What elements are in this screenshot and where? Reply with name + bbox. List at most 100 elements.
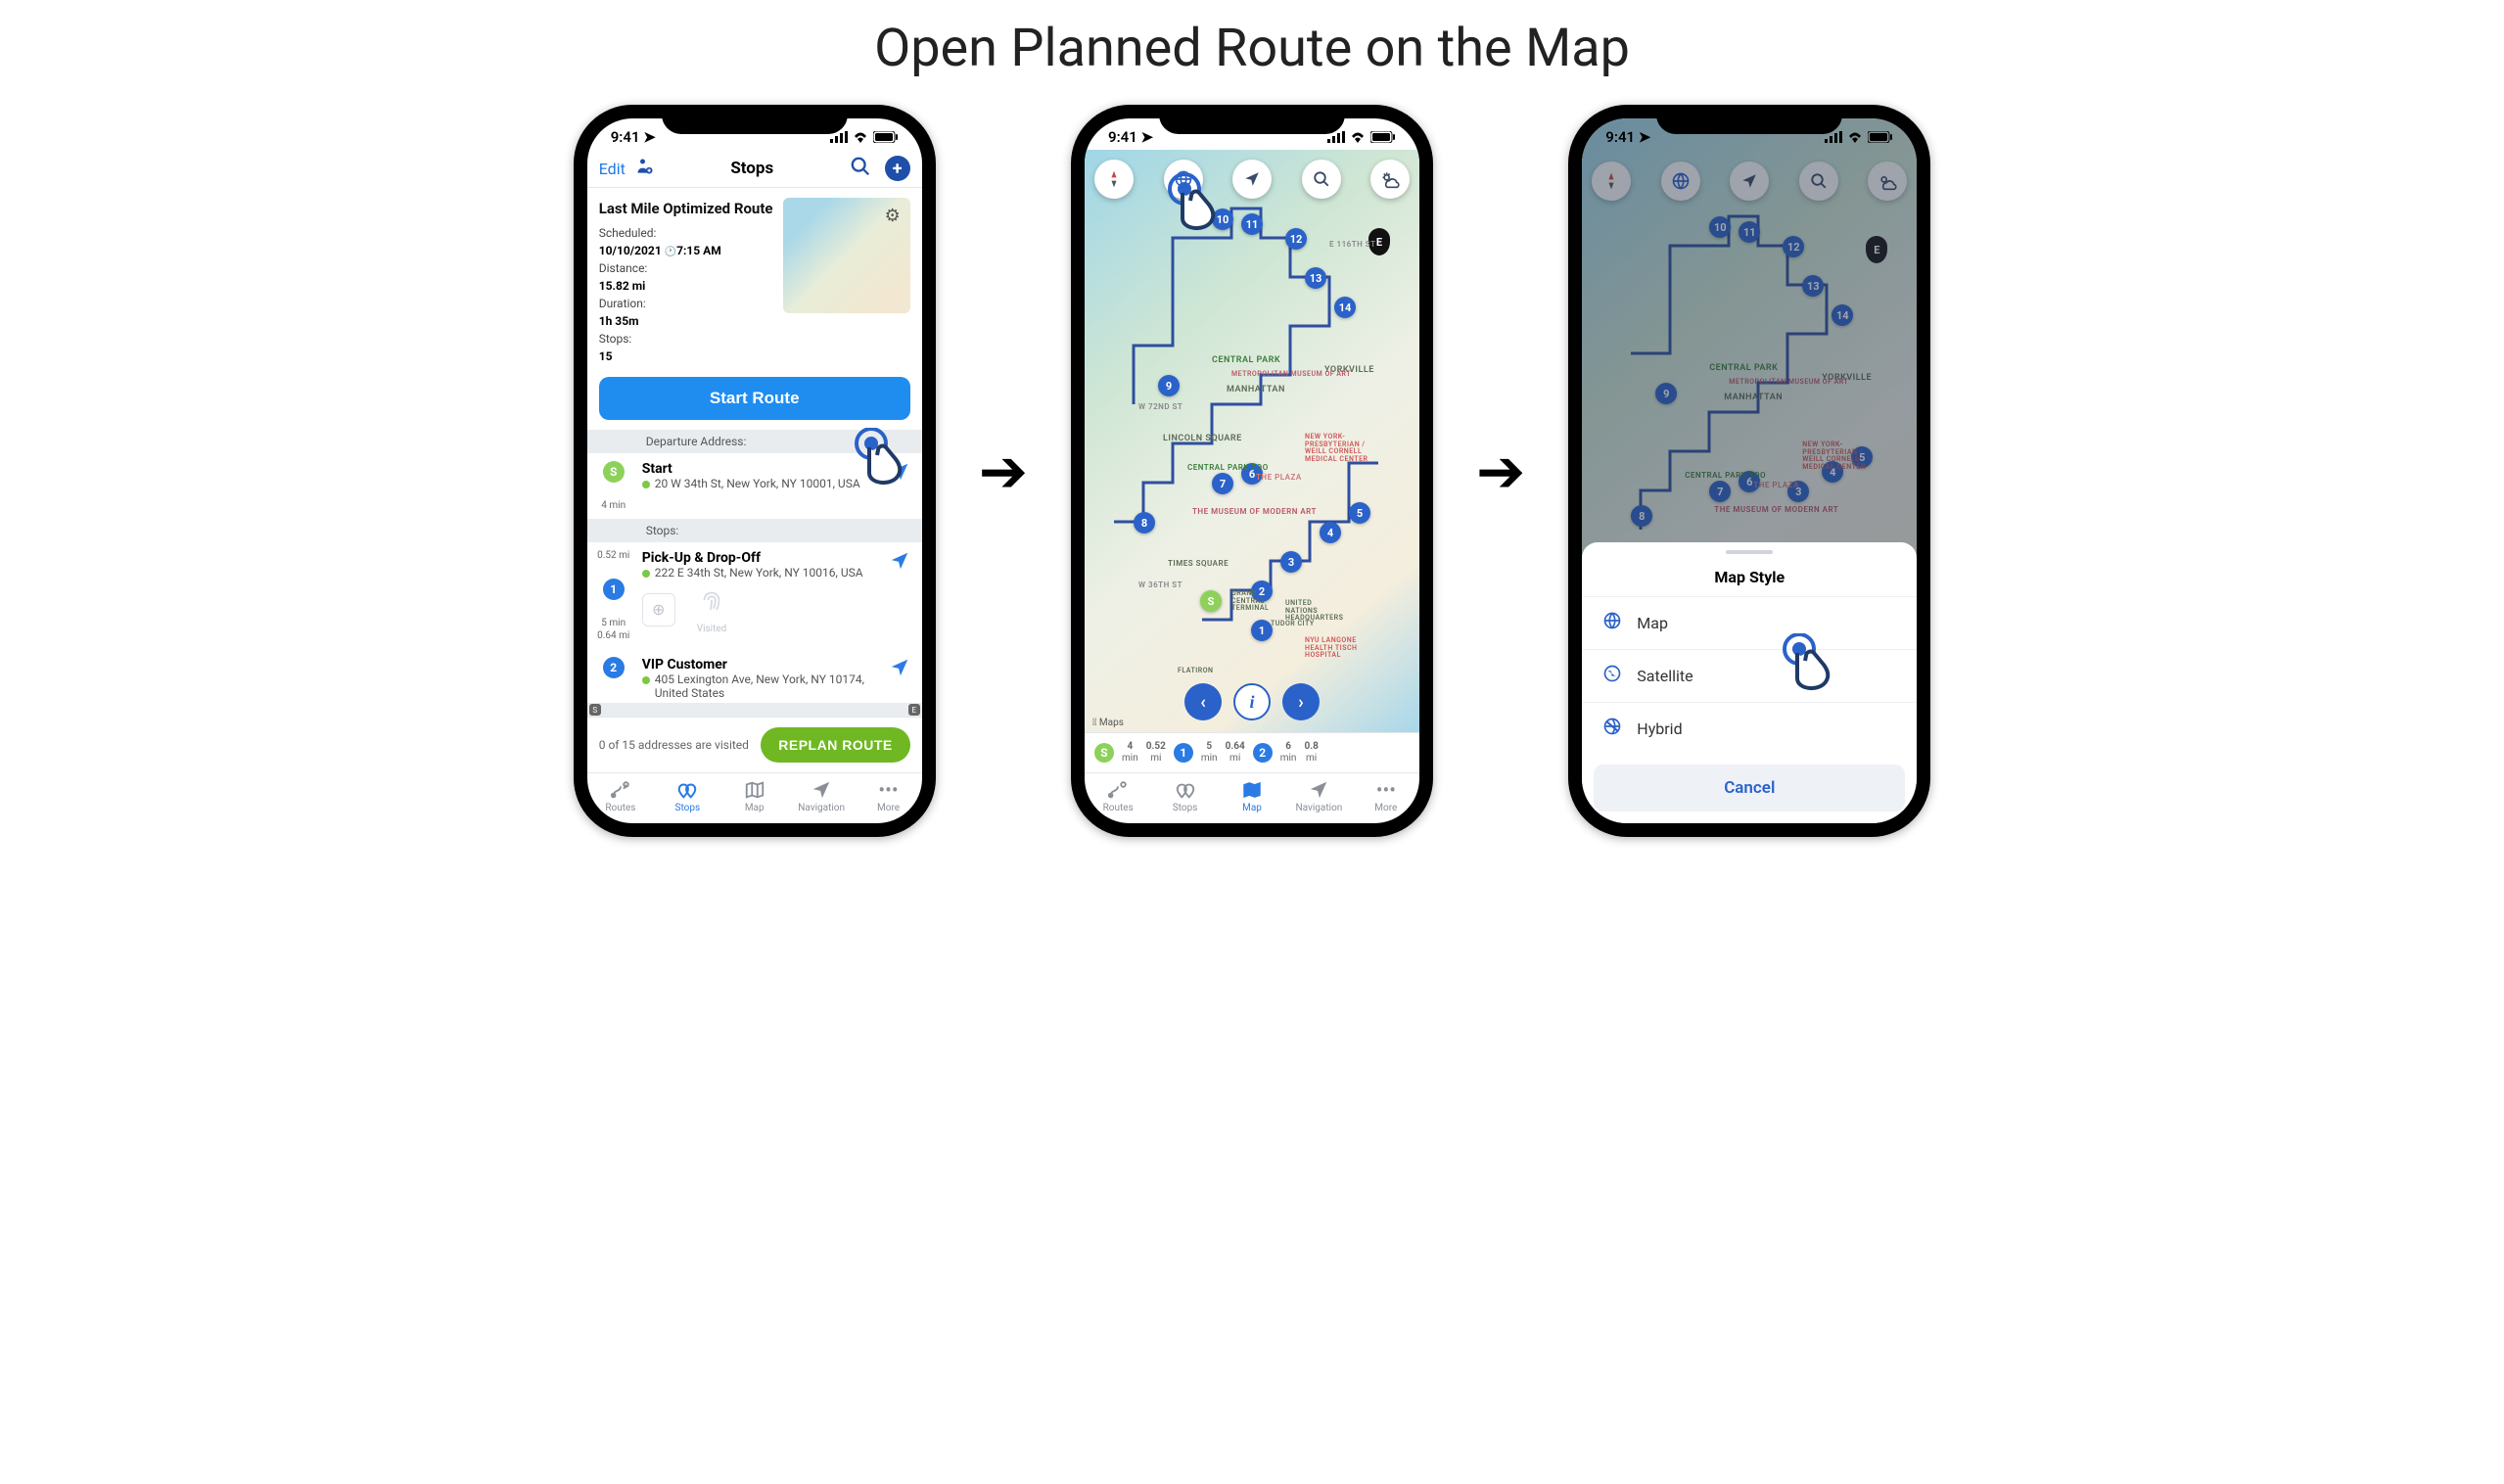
search-icon[interactable]	[1302, 160, 1341, 199]
tab-routes[interactable]: Routes	[1085, 773, 1151, 823]
stop-name: Start	[642, 461, 883, 477]
routes-icon	[1106, 779, 1130, 801]
map-label: W 72nd St	[1138, 402, 1182, 411]
map-stop-pin[interactable]: 7	[1212, 473, 1233, 494]
edit-button[interactable]: Edit	[599, 160, 626, 178]
stops-list[interactable]: Departure Address: S 4 min Start 20 W 34…	[587, 430, 922, 718]
tab-stops[interactable]: Stops	[1151, 773, 1218, 823]
routes-icon	[609, 779, 632, 801]
route-mini-map[interactable]: ⚙	[783, 198, 910, 313]
gear-icon[interactable]: ⚙	[885, 206, 901, 226]
map-label: FLATIRON	[1178, 667, 1214, 674]
hybrid-icon	[1601, 717, 1623, 741]
tab-map[interactable]: Map	[721, 773, 788, 823]
navigation-icon	[1308, 779, 1329, 801]
stop-node-2: 2	[603, 657, 625, 678]
tab-navigation[interactable]: Navigation	[1285, 773, 1352, 823]
map-stop-pin[interactable]: 12	[1285, 228, 1307, 250]
tab-map[interactable]: Map	[1219, 773, 1285, 823]
attach-icon[interactable]: ⊕	[642, 593, 675, 626]
map-label: NYU Langone Health Tisch Hospital	[1305, 637, 1364, 660]
map-stop-pin[interactable]: 14	[1334, 297, 1356, 318]
tab-routes[interactable]: Routes	[587, 773, 654, 823]
earth-icon	[1601, 664, 1623, 688]
map-pager: ‹ i ›	[1184, 683, 1320, 720]
navigate-icon[interactable]	[889, 550, 910, 577]
map-label: E 116th St	[1329, 240, 1376, 249]
map-stop-pin[interactable]: 5	[1349, 502, 1370, 524]
stop-row-start[interactable]: S 4 min Start 20 W 34th St, New York, NY…	[587, 453, 922, 519]
map-stop-pin[interactable]: 10	[1212, 209, 1233, 230]
map-stop-pin[interactable]: 8	[1134, 512, 1155, 533]
start-node: S	[603, 461, 625, 483]
battery-icon	[1370, 131, 1396, 143]
stop-address: 20 W 34th St, New York, NY 10001, USA	[655, 477, 860, 490]
map-label: LINCOLN SQUARE	[1163, 434, 1242, 443]
map-style-hybrid[interactable]: Hybrid	[1582, 702, 1917, 755]
strip-start-chip: S	[589, 704, 601, 716]
arrow-icon: ➔	[979, 437, 1028, 506]
map-label: TIMES SQUARE	[1168, 559, 1229, 568]
navigate-icon[interactable]	[889, 461, 910, 487]
locate-icon[interactable]	[1232, 160, 1272, 199]
map-style-map[interactable]: Map	[1582, 596, 1917, 649]
next-stop-button[interactable]: ›	[1282, 683, 1320, 720]
route-summary: Last Mile Optimized Route Scheduled: 10/…	[587, 188, 922, 371]
map-icon	[1240, 779, 1264, 801]
section-stops: Stops:	[587, 519, 922, 542]
main-map[interactable]: 1 2 3 4 5 6 7 8 9 10 11 12 13 14 E S Cen…	[1085, 150, 1419, 732]
tab-more[interactable]: •••More	[855, 773, 921, 823]
tab-navigation[interactable]: Navigation	[788, 773, 855, 823]
timeline-stop-2[interactable]: 2	[1253, 743, 1273, 763]
tab-bar: Routes Stops Map Navigation •••More	[1085, 772, 1419, 823]
add-button[interactable]: +	[885, 156, 910, 181]
timeline-stop-1[interactable]: 1	[1174, 743, 1193, 763]
stops-icon	[1173, 779, 1198, 801]
map-style-satellite[interactable]: Satellite	[1582, 649, 1917, 702]
navigate-icon[interactable]	[889, 657, 910, 683]
replan-route-button[interactable]: REPLAN ROUTE	[761, 727, 909, 763]
map-stop-pin[interactable]: 1	[1251, 620, 1273, 641]
navigation-icon	[811, 779, 832, 801]
globe-icon[interactable]	[1164, 160, 1203, 199]
page-title: Open Planned Route on the Map	[0, 18, 2504, 79]
stops-icon	[674, 779, 700, 801]
compass-icon[interactable]	[1094, 160, 1134, 199]
start-route-button[interactable]: Start Route	[599, 377, 910, 420]
more-icon: •••	[878, 779, 898, 801]
map-stop-pin[interactable]: 3	[1280, 551, 1302, 573]
status-time: 9:41 ➤	[1108, 128, 1153, 146]
globe-icon	[1601, 611, 1623, 635]
cancel-button[interactable]: Cancel	[1594, 765, 1905, 812]
stop-row-1[interactable]: 0.52 mi 1 5 min 0.64 mi Pick-Up & Drop-O…	[587, 542, 922, 649]
timeline-start[interactable]: S	[1094, 743, 1114, 763]
stop-name: VIP Customer	[642, 657, 883, 672]
map-stop-pin[interactable]: 11	[1241, 213, 1263, 235]
timeline-strip[interactable]: S 4min 0.52mi 1 5min 0.64mi 2 6min 0.8mi	[1085, 732, 1419, 772]
more-icon: •••	[1376, 779, 1396, 801]
stop-name: Pick-Up & Drop-Off	[642, 550, 883, 566]
map-start-pin[interactable]: S	[1200, 590, 1222, 612]
toolbar-title: Stops	[730, 159, 773, 178]
sheet-title: Map Style	[1582, 554, 1917, 596]
wifi-icon	[1847, 131, 1863, 143]
weather-icon[interactable]	[1370, 160, 1410, 199]
stop-row-2[interactable]: 2 VIP Customer 405 Lexington Ave, New Yo…	[587, 649, 922, 708]
driver-icon[interactable]	[635, 157, 655, 181]
tab-stops[interactable]: Stops	[654, 773, 720, 823]
visited-label: Visited	[697, 624, 727, 634]
info-button[interactable]: i	[1233, 683, 1271, 720]
map-stop-pin[interactable]: 4	[1320, 522, 1341, 543]
map-credits:  Maps	[1092, 718, 1124, 728]
fingerprint-icon[interactable]	[697, 585, 726, 622]
visited-count: 0 of 15 addresses are visited	[599, 738, 749, 752]
search-icon[interactable]	[850, 156, 871, 181]
toolbar: Edit Stops +	[587, 150, 922, 188]
prev-stop-button[interactable]: ‹	[1184, 683, 1222, 720]
map-stop-pin[interactable]: 9	[1158, 375, 1180, 396]
tab-more[interactable]: •••More	[1353, 773, 1419, 823]
phone-1-frame: 9:41 ➤ Edit	[574, 105, 936, 837]
stop-address: 405 Lexington Ave, New York, NY 10174, U…	[655, 672, 883, 700]
map-label: The Museum of Modern Art	[1192, 507, 1317, 516]
map-stop-pin[interactable]: 13	[1305, 267, 1326, 289]
